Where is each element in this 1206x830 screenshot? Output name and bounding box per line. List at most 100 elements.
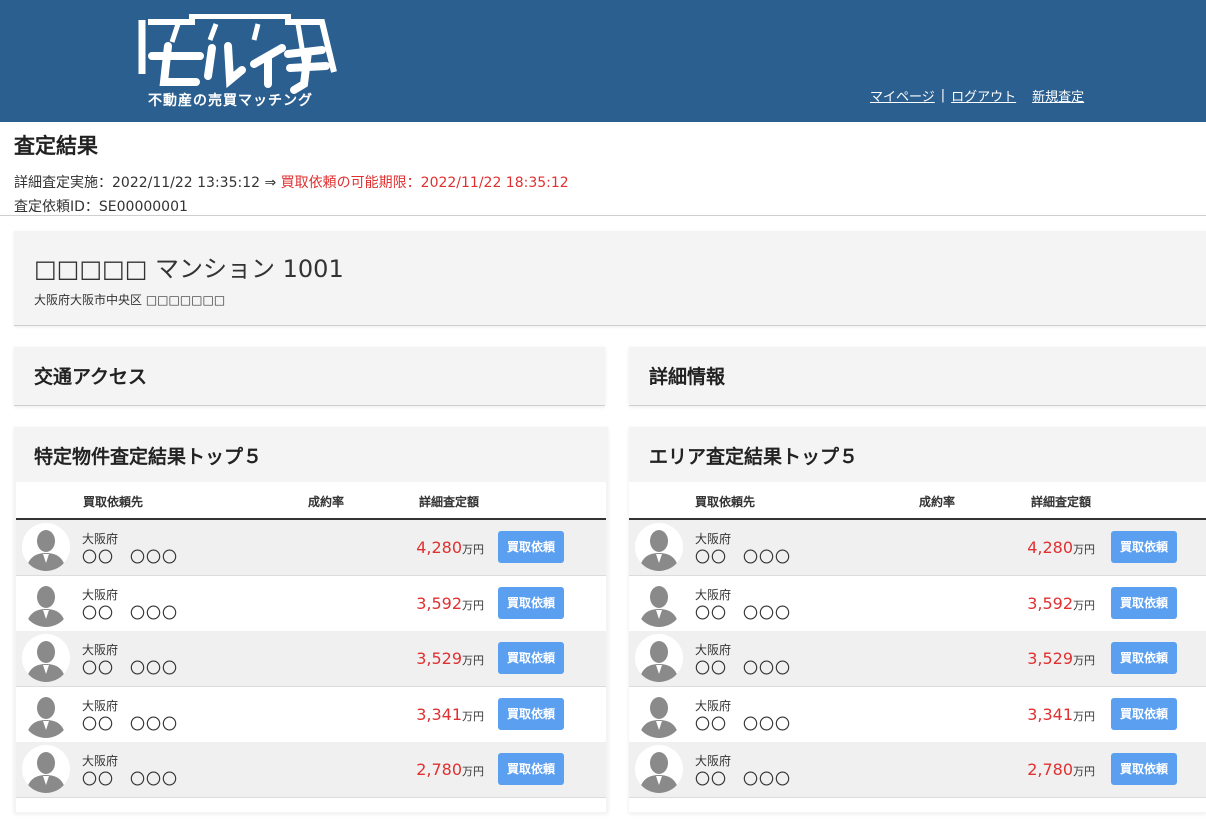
mypage-link[interactable]: マイページ [870, 86, 935, 105]
table-row: 大阪府 〇〇 〇〇〇 2,780万円 買取依頼 [16, 742, 606, 798]
nav-separator: | [940, 88, 946, 103]
table-row: 大阪府 〇〇 〇〇〇 3,341万円 買取依頼 [16, 686, 606, 743]
amount-value: 4,280 [416, 538, 462, 557]
header-nav: マイページ | ログアウト 新規査定 [870, 86, 1084, 105]
table-row: 大阪府 〇〇 〇〇〇 3,592万円 買取依頼 [629, 575, 1206, 632]
assessment-amount: 3,341万円 [416, 705, 484, 724]
access-section[interactable]: 交通アクセス [14, 347, 605, 406]
person-silhouette-icon [635, 523, 683, 571]
purchase-request-button[interactable]: 買取依頼 [1111, 586, 1177, 619]
purchase-request-button[interactable]: 買取依頼 [1111, 753, 1177, 785]
buyer-name: 〇〇 〇〇〇 [695, 770, 792, 788]
specific-top5-section: 特定物件査定結果トップ５ 買取依頼先 成約率 詳細査定額 大阪府 〇〇 〇〇〇 4,… [14, 427, 608, 813]
details-section[interactable]: 詳細情報 [629, 347, 1206, 406]
area-top5-section: エリア査定結果トップ５ 買取依頼先 成約率 詳細査定額 大阪府 〇〇 〇〇〇 4,2… [629, 427, 1206, 813]
buyer-prefecture: 大阪府 [695, 698, 732, 713]
amount-unit: 万円 [462, 654, 484, 667]
assessment-amount: 2,780万円 [1027, 760, 1095, 779]
col-buyer: 買取依頼先 [83, 495, 144, 509]
amount-unit: 万円 [1073, 709, 1095, 723]
buyer-name: 〇〇 〇〇〇 [695, 714, 792, 733]
table-row: 大阪府 〇〇 〇〇〇 3,592万円 買取依頼 [16, 575, 606, 632]
buyer-name: 〇〇 〇〇〇 [82, 603, 179, 622]
assessment-amount: 4,280万円 [1027, 538, 1095, 557]
buyer-prefecture: 大阪府 [695, 643, 732, 657]
buyer-name: 〇〇 〇〇〇 [695, 603, 792, 622]
buyer-name: 〇〇 〇〇〇 [82, 659, 179, 677]
buyer-name: 〇〇 〇〇〇 [695, 659, 792, 677]
table-row: 大阪府 〇〇 〇〇〇 4,280万円 買取依頼 [629, 520, 1206, 576]
person-silhouette-icon [635, 634, 683, 682]
buyer-prefecture: 大阪府 [82, 643, 119, 657]
person-silhouette-icon [22, 689, 70, 738]
amount-value: 2,780 [1027, 760, 1073, 779]
purchase-request-button[interactable]: 買取依頼 [1111, 642, 1177, 674]
amount-unit: 万円 [462, 765, 484, 778]
amount-unit: 万円 [1073, 654, 1095, 667]
buyer-name: 〇〇 〇〇〇 [695, 548, 792, 566]
logo-tagline: 不動産の売買マッチング [148, 93, 313, 109]
purchase-request-button[interactable]: 買取依頼 [1111, 697, 1177, 730]
request-id: 査定依頼ID：SE00000001 [14, 199, 188, 215]
person-silhouette-icon [22, 578, 70, 627]
assessment-datetime: 詳細査定実施：2022/11/22 13:35:12 ⇒ [14, 175, 281, 191]
buyer-prefecture: 大阪府 [695, 587, 732, 602]
buyer-name: 〇〇 〇〇〇 [82, 548, 179, 566]
buyer-name: 〇〇 〇〇〇 [82, 770, 179, 788]
new-assessment-link[interactable]: 新規査定 [1032, 86, 1084, 105]
access-title: 交通アクセス [34, 366, 148, 388]
col-rate: 成約率 [308, 495, 345, 509]
amount-value: 2,780 [416, 760, 462, 779]
col-amount: 詳細査定額 [1031, 495, 1092, 509]
amount-unit: 万円 [462, 543, 484, 556]
col-amount: 詳細査定額 [419, 495, 480, 509]
buyer-prefecture: 大阪府 [82, 587, 119, 602]
purchase-request-button[interactable]: 買取依頼 [498, 697, 564, 730]
purchase-request-button[interactable]: 買取依頼 [498, 531, 564, 563]
assessment-amount: 3,341万円 [1027, 705, 1095, 724]
purchase-request-button[interactable]: 買取依頼 [498, 586, 564, 619]
assessment-amount: 3,592万円 [1027, 594, 1095, 613]
buyer-prefecture: 大阪府 [82, 698, 119, 713]
amount-value: 3,529 [1027, 649, 1073, 668]
person-silhouette-icon [635, 745, 683, 793]
amount-value: 3,592 [1027, 593, 1073, 613]
specific-top5-title: 特定物件査定結果トップ５ [34, 446, 263, 468]
page-title: 査定結果 [14, 134, 98, 158]
amount-unit: 万円 [462, 598, 484, 612]
purchase-deadline: 買取依頼の可能期限：2022/11/22 18:35:12 [280, 175, 569, 191]
amount-value: 3,529 [416, 649, 462, 668]
table-header: 買取依頼先 成約率 詳細査定額 [629, 482, 1206, 520]
buyer-prefecture: 大阪府 [82, 754, 119, 768]
amount-value: 4,280 [1027, 538, 1073, 557]
assessment-info: 詳細査定実施：2022/11/22 13:35:12 ⇒ 買取依頼の可能期限：2… [14, 172, 569, 192]
amount-value: 3,592 [416, 593, 462, 613]
amount-unit: 万円 [1073, 598, 1095, 612]
buyer-prefecture: 大阪府 [695, 532, 732, 546]
table-row: 大阪府 〇〇 〇〇〇 3,341万円 買取依頼 [629, 686, 1206, 743]
table-row: 大阪府 〇〇 〇〇〇 4,280万円 買取依頼 [16, 520, 606, 576]
table-header: 買取依頼先 成約率 詳細査定額 [16, 482, 606, 520]
property-address: 大阪府大阪市中央区 □□□□□□□ [34, 293, 226, 307]
purchase-request-button[interactable]: 買取依頼 [1111, 531, 1177, 563]
assessment-amount: 2,780万円 [416, 760, 484, 779]
divider [0, 215, 1206, 216]
amount-unit: 万円 [1073, 543, 1095, 556]
purchase-request-button[interactable]: 買取依頼 [498, 753, 564, 785]
assessment-amount: 4,280万円 [416, 538, 484, 557]
amount-unit: 万円 [1073, 765, 1095, 778]
details-title: 詳細情報 [649, 366, 726, 388]
person-silhouette-icon [22, 523, 70, 571]
person-silhouette-icon [22, 634, 70, 682]
col-rate: 成約率 [919, 495, 956, 509]
buyer-prefecture: 大阪府 [82, 532, 119, 546]
specific-table: 買取依頼先 成約率 詳細査定額 大阪府 〇〇 〇〇〇 4,280万円 買取依頼 大阪府〇… [16, 482, 606, 812]
person-silhouette-icon [635, 578, 683, 627]
assessment-amount: 3,529万円 [1027, 649, 1095, 668]
property-name: □□□□□ マンション 1001 [34, 255, 344, 283]
logout-link[interactable]: ログアウト [951, 86, 1016, 105]
person-silhouette-icon [635, 689, 683, 738]
purchase-request-button[interactable]: 買取依頼 [498, 642, 564, 674]
col-buyer: 買取依頼先 [695, 495, 756, 509]
property-card: □□□□□ マンション 1001 大阪府大阪市中央区 □□□□□□□ [14, 231, 1206, 326]
